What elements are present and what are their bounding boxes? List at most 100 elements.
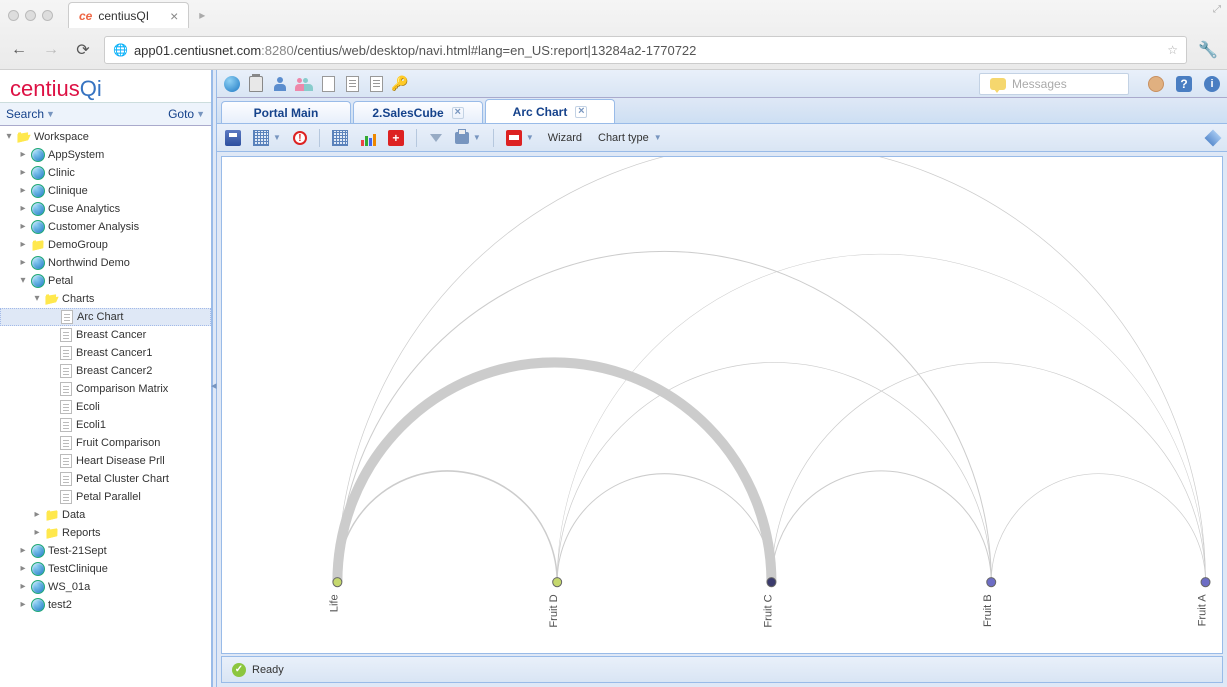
user-icon[interactable] (271, 75, 289, 93)
tree-node[interactable]: AppSystem (0, 146, 211, 164)
chart-type-button[interactable]: Chart type▼ (594, 130, 666, 146)
tree-toggle-icon[interactable] (2, 132, 16, 142)
tree-toggle-icon[interactable] (16, 564, 30, 574)
tree-node[interactable]: Ecoli1 (0, 416, 211, 434)
print-button[interactable]: ▼ (453, 130, 483, 146)
back-button[interactable]: ← (8, 39, 30, 61)
tree-node[interactable]: Customer Analysis (0, 218, 211, 236)
tree-toggle-icon[interactable] (30, 528, 44, 538)
help-icon[interactable]: ? (1175, 75, 1193, 93)
workspace-tree[interactable]: WorkspaceAppSystemClinicCliniqueCuse Ana… (0, 126, 211, 687)
tree-node[interactable]: TestClinique (0, 560, 211, 578)
alert-button[interactable]: ! (291, 129, 309, 147)
trash-icon[interactable] (247, 75, 265, 93)
arc-link[interactable] (557, 254, 1205, 582)
properties-button[interactable]: ▼ (251, 128, 283, 148)
tree-toggle-icon[interactable] (16, 186, 30, 196)
tree-toggle-icon[interactable] (16, 222, 30, 232)
splitter-handle[interactable] (212, 70, 217, 687)
table-view-button[interactable] (330, 128, 350, 148)
tree-toggle-icon[interactable] (16, 276, 30, 286)
window-expand-icon[interactable]: ⤢ (1213, 4, 1221, 15)
browser-menu-icon[interactable]: 🔧 (1197, 40, 1219, 60)
arc-link[interactable] (337, 362, 771, 582)
tree-node[interactable]: Breast Cancer2 (0, 362, 211, 380)
arc-link[interactable] (337, 251, 991, 582)
users-icon[interactable] (295, 75, 313, 93)
tree-node[interactable]: DemoGroup (0, 236, 211, 254)
tree-node[interactable]: test2 (0, 596, 211, 614)
chart-view-button[interactable] (358, 128, 378, 148)
tree-node[interactable]: Test-21Sept (0, 542, 211, 560)
arc-link[interactable] (337, 157, 1205, 582)
tree-node[interactable]: Data (0, 506, 211, 524)
messages-box[interactable]: Messages (979, 73, 1129, 95)
arc-node[interactable] (333, 578, 342, 587)
home-icon[interactable] (223, 75, 241, 93)
add-button[interactable] (386, 128, 406, 148)
tree-toggle-icon[interactable] (16, 240, 30, 250)
close-tab-icon[interactable]: × (452, 107, 464, 119)
goto-link[interactable]: Goto (168, 107, 194, 121)
maximize-window-icon[interactable] (42, 10, 53, 21)
search-link[interactable]: Search (6, 107, 44, 121)
tree-toggle-icon[interactable] (30, 294, 44, 304)
document-tab[interactable]: Arc Chart× (485, 99, 615, 123)
tree-node[interactable]: Ecoli (0, 398, 211, 416)
tree-node[interactable]: Petal (0, 272, 211, 290)
tree-node[interactable]: Clinique (0, 182, 211, 200)
tree-node[interactable]: Breast Cancer (0, 326, 211, 344)
filter-button[interactable] (427, 129, 445, 147)
toolbox-button[interactable]: ▼ (504, 128, 536, 148)
tree-node[interactable]: Northwind Demo (0, 254, 211, 272)
close-tab-icon[interactable]: × (170, 8, 178, 24)
key-icon[interactable]: 🔑 (391, 75, 409, 93)
arc-link[interactable] (771, 471, 991, 582)
document-tab[interactable]: 2.SalesCube× (353, 101, 483, 123)
tree-toggle-icon[interactable] (30, 510, 44, 520)
arc-node[interactable] (767, 578, 776, 587)
arc-node[interactable] (987, 578, 996, 587)
tree-toggle-icon[interactable] (16, 150, 30, 160)
report-icon[interactable] (343, 75, 361, 93)
tree-node[interactable]: Breast Cancer1 (0, 344, 211, 362)
tree-node[interactable]: Arc Chart (0, 308, 211, 326)
reload-button[interactable]: ⟳ (72, 39, 94, 61)
arc-node[interactable] (1201, 578, 1210, 587)
arc-link[interactable] (337, 471, 557, 582)
tree-node[interactable]: Clinic (0, 164, 211, 182)
save-button[interactable] (223, 128, 243, 148)
chart-canvas[interactable]: LifeFruit DFruit CFruit BFruit A (221, 156, 1223, 654)
settings-icon[interactable] (1205, 130, 1221, 146)
close-tab-icon[interactable]: × (575, 106, 587, 118)
document-tab[interactable]: Portal Main (221, 101, 351, 123)
tree-node[interactable]: Heart Disease Prll (0, 452, 211, 470)
info-icon[interactable]: i (1203, 75, 1221, 93)
tree-toggle-icon[interactable] (16, 582, 30, 592)
arc-link[interactable] (557, 474, 771, 582)
tree-node[interactable]: Fruit Comparison (0, 434, 211, 452)
arc-link[interactable] (991, 474, 1205, 582)
tree-node[interactable]: Charts (0, 290, 211, 308)
tree-node[interactable]: Workspace (0, 128, 211, 146)
tree-node[interactable]: Reports (0, 524, 211, 542)
tree-toggle-icon[interactable] (16, 600, 30, 610)
tree-toggle-icon[interactable] (16, 204, 30, 214)
bookmark-icon[interactable]: ☆ (1167, 43, 1178, 57)
arc-node[interactable] (553, 578, 562, 587)
close-window-icon[interactable] (8, 10, 19, 21)
tree-toggle-icon[interactable] (16, 546, 30, 556)
tree-node[interactable]: Cuse Analytics (0, 200, 211, 218)
window-controls[interactable] (8, 10, 53, 21)
tree-node[interactable]: Petal Parallel (0, 488, 211, 506)
tree-toggle-icon[interactable] (16, 258, 30, 268)
minimize-window-icon[interactable] (25, 10, 36, 21)
url-bar[interactable]: 🌐 app01.centiusnet.com:8280/centius/web/… (104, 36, 1187, 64)
profile-icon[interactable] (1147, 75, 1165, 93)
forward-button[interactable]: → (40, 39, 62, 61)
list-icon[interactable] (367, 75, 385, 93)
wizard-button[interactable]: Wizard (544, 130, 586, 146)
tree-toggle-icon[interactable] (16, 168, 30, 178)
tree-node[interactable]: Petal Cluster Chart (0, 470, 211, 488)
tree-node[interactable]: WS_01a (0, 578, 211, 596)
